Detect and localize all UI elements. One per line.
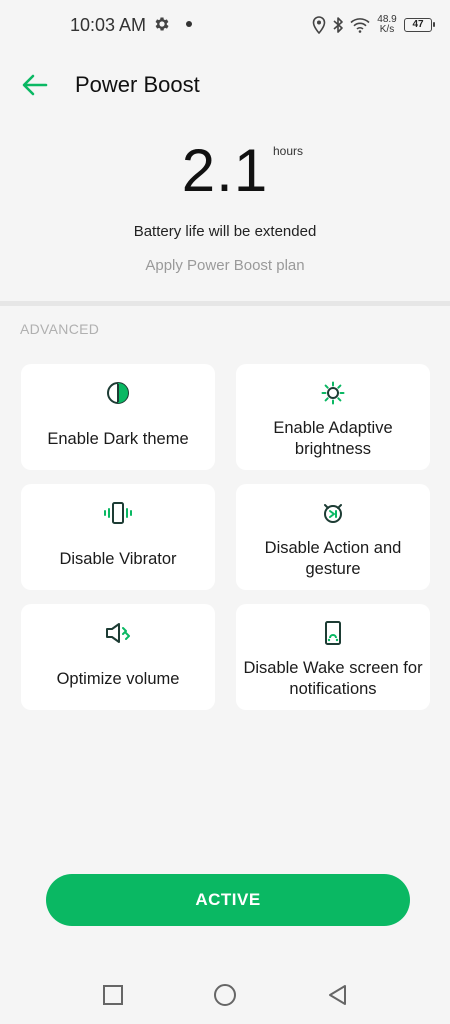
power-boost-screen: 10:03 AM 48.9 K/s 47 Power Boost 2.1 hou… [0, 0, 450, 1024]
page-title: Power Boost [75, 72, 200, 97]
section-label-advanced: ADVANCED [20, 321, 100, 337]
network-speed-unit: K/s [379, 24, 395, 35]
card-label: Disable Vibrator [59, 549, 177, 568]
card-label: Disable Action and gesture [264, 539, 402, 578]
card-dark-theme[interactable]: Enable Dark theme [21, 364, 215, 470]
back-triangle-icon[interactable] [325, 982, 351, 1008]
card-label: Enable Dark theme [47, 429, 189, 448]
boost-description: Battery life will be extended [133, 223, 317, 240]
network-speed: 48.9 K/s [376, 15, 398, 35]
card-vibrator[interactable]: Disable Vibrator [21, 484, 215, 590]
section-divider [0, 301, 450, 306]
volume-icon [106, 623, 130, 643]
card-adaptive-brightness[interactable]: Enable Adaptive brightness [236, 364, 430, 470]
status-bar: 10:03 AM 48.9 K/s 47 [0, 0, 450, 50]
wifi-icon [350, 18, 370, 33]
vibration-icon [104, 502, 132, 524]
recent-apps-square-icon[interactable] [100, 982, 126, 1008]
card-label: Enable Adaptive brightness [273, 419, 393, 458]
apply-plan-link[interactable]: Apply Power Boost plan [0, 257, 450, 274]
bluetooth-icon [333, 17, 343, 33]
card-label: Disable Wake screen for notifications [243, 659, 423, 698]
gesture-icon [324, 504, 342, 523]
status-icons: 48.9 K/s 47 [312, 13, 435, 37]
notification-dot-icon [186, 21, 192, 27]
card-action-gesture[interactable]: Disable Action and gesture [236, 484, 430, 590]
back-arrow-icon[interactable] [18, 68, 52, 102]
location-icon [312, 16, 326, 34]
active-button[interactable]: ACTIVE [46, 874, 410, 926]
status-time: 10:03 AM [70, 15, 147, 35]
battery-indicator: 47 [404, 18, 435, 32]
boost-hours-value: 2.1 [181, 137, 269, 204]
settings-gear-icon [155, 17, 169, 31]
card-optimize-volume[interactable]: Optimize volume [21, 604, 215, 710]
card-label: Optimize volume [56, 669, 180, 688]
boost-hours-unit: hours [273, 144, 304, 158]
brightness-icon [321, 381, 345, 405]
app-header: Power Boost [0, 60, 450, 110]
system-nav-bar [0, 970, 450, 1020]
wake-screen-icon [325, 621, 341, 645]
card-wake-screen[interactable]: Disable Wake screen for notifications [236, 604, 430, 710]
boost-duration: 2.1 hours [0, 136, 450, 205]
dark-theme-icon [107, 382, 129, 404]
home-circle-icon[interactable] [212, 982, 238, 1008]
